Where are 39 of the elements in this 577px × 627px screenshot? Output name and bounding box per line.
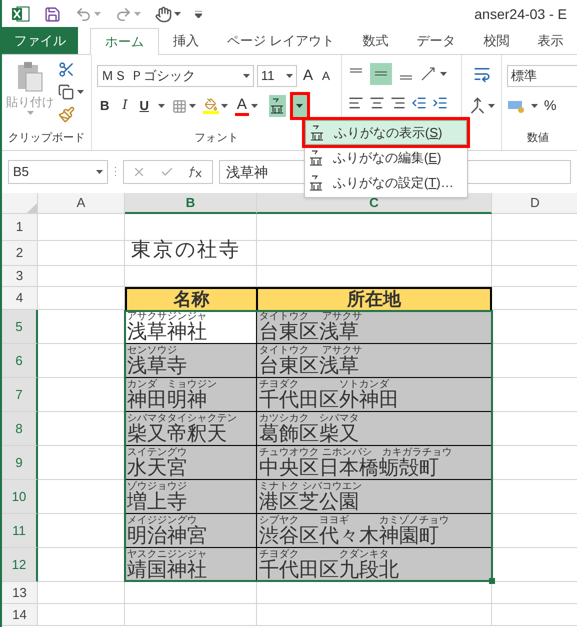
group-label: クリップボード — [7, 130, 86, 146]
furigana-text: ゾウジョウジ — [127, 481, 188, 492]
cell-text: 靖国神社 — [127, 560, 208, 581]
furigana-text: カツシカク シバマタ — [259, 413, 360, 424]
cell-text: 神田明神 — [127, 390, 208, 411]
furigana-text: メイジジングウ — [127, 515, 197, 526]
cell-text: 台東区浅草 — [259, 356, 360, 377]
group-label: 数値 — [526, 130, 550, 146]
furigana-text: チヨダク ソトカンダ — [259, 379, 390, 390]
furigana-text: ヤスクニジンジャ — [127, 549, 208, 560]
furigana-text: スイテングウ — [127, 447, 188, 458]
cell-text: 水天宮 — [127, 458, 188, 479]
furigana-text: シブヤク ヨヨギ カミゾノチョウ — [259, 515, 450, 526]
furigana-text: ミナトク シバコウエン — [259, 481, 363, 492]
furigana-text: カンダ ミョウジン — [127, 379, 218, 390]
cell-text: 千代田区外神田 — [259, 390, 400, 411]
cell-text: 港区芝公園 — [259, 492, 360, 513]
group-label: フォント — [194, 130, 238, 146]
furigana-text: アサクサジンジャ — [127, 311, 208, 322]
cell-text: 浅草神社 — [127, 322, 208, 343]
cell-text: 渋谷区代々木神園町 — [259, 526, 440, 547]
cell-text: 増上寺 — [127, 492, 188, 513]
furigana-text: タイトウク アサクサ — [259, 311, 363, 322]
furigana-text: シバマタタイシャクテン — [127, 413, 238, 424]
furigana-text: センソウジ — [127, 345, 177, 356]
cell-text: 台東区浅草 — [259, 322, 360, 343]
header-cell: 所在地 — [257, 287, 492, 310]
cell-text: 千代田区九段北 — [259, 560, 400, 581]
cell-text: 葛飾区柴又 — [259, 424, 360, 445]
furigana-text: チヨダク クダンキタ — [259, 549, 389, 560]
window-title: anser24-03 - E — [474, 4, 567, 24]
cell-text: 明治神宮 — [127, 526, 208, 547]
header-cell: 名称 — [125, 287, 257, 310]
cell-text: 柴又帝釈天 — [127, 424, 228, 445]
cell-text: 浅草寺 — [127, 356, 188, 377]
furigana-text: タイトウク アサクサ — [259, 345, 363, 356]
cell-text: 中央区日本橋蛎殻町 — [259, 458, 440, 479]
furigana-text: チュウオウク ニホンバシ カキガラチョウ — [259, 447, 453, 458]
sheet-title: 東京の社寺 — [131, 238, 241, 263]
